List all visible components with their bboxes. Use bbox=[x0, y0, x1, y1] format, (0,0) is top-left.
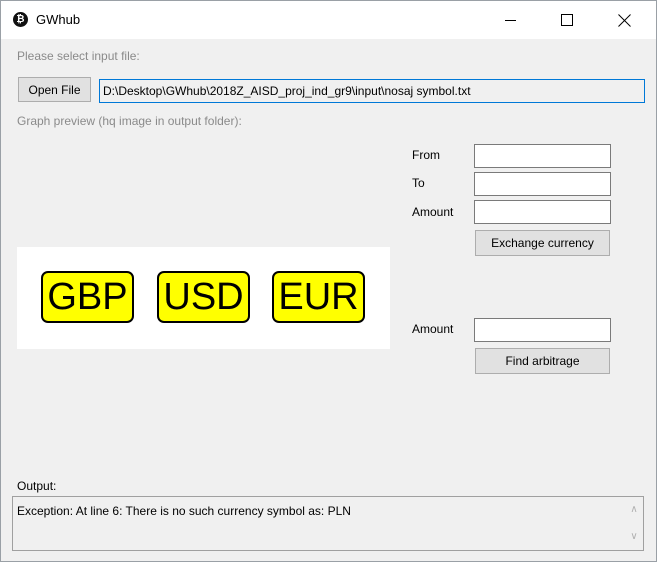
output-scrollbar[interactable]: ∧ ∨ bbox=[626, 497, 643, 550]
exchange-currency-button[interactable]: Exchange currency bbox=[475, 230, 610, 256]
graph-preview-label: Graph preview (hq image in output folder… bbox=[17, 114, 242, 128]
graph-node-usd: USD bbox=[157, 271, 250, 323]
open-file-button[interactable]: Open File bbox=[18, 77, 91, 102]
graph-node-eur: EUR bbox=[272, 271, 365, 323]
minimize-icon bbox=[504, 19, 516, 21]
window-title: GWhub bbox=[36, 12, 81, 27]
from-label: From bbox=[412, 148, 440, 162]
arbitrage-amount-input[interactable] bbox=[474, 318, 611, 342]
maximize-icon bbox=[561, 14, 573, 26]
exchange-amount-input[interactable] bbox=[474, 200, 611, 224]
app-window: ₿ GWhub Please select input file: Open F… bbox=[0, 0, 657, 562]
graph-node-gbp: GBP bbox=[41, 271, 134, 323]
exchange-amount-label: Amount bbox=[412, 205, 454, 219]
scroll-up-icon[interactable]: ∧ bbox=[630, 505, 638, 515]
arbitrage-amount-label: Amount bbox=[412, 322, 454, 336]
output-text: Exception: At line 6: There is no such c… bbox=[17, 504, 351, 518]
to-label: To bbox=[412, 176, 425, 190]
output-label: Output: bbox=[17, 479, 57, 493]
file-path-field[interactable]: D:\Desktop\GWhub\2018Z_AISD_proj_ind_gr9… bbox=[99, 79, 645, 103]
graph-preview: GBP USD EUR bbox=[17, 247, 390, 349]
find-arbitrage-button[interactable]: Find arbitrage bbox=[475, 348, 610, 374]
bitcoin-icon: ₿ bbox=[13, 12, 28, 27]
title-bar[interactable]: ₿ GWhub bbox=[1, 1, 656, 39]
close-icon bbox=[618, 14, 631, 27]
maximize-button[interactable] bbox=[544, 1, 590, 39]
close-button[interactable] bbox=[601, 1, 647, 39]
from-input[interactable] bbox=[474, 144, 611, 168]
minimize-button[interactable] bbox=[487, 1, 533, 39]
scroll-down-icon[interactable]: ∨ bbox=[630, 532, 638, 542]
select-file-label: Please select input file: bbox=[17, 49, 140, 63]
output-textbox[interactable]: Exception: At line 6: There is no such c… bbox=[12, 496, 644, 551]
to-input[interactable] bbox=[474, 172, 611, 196]
